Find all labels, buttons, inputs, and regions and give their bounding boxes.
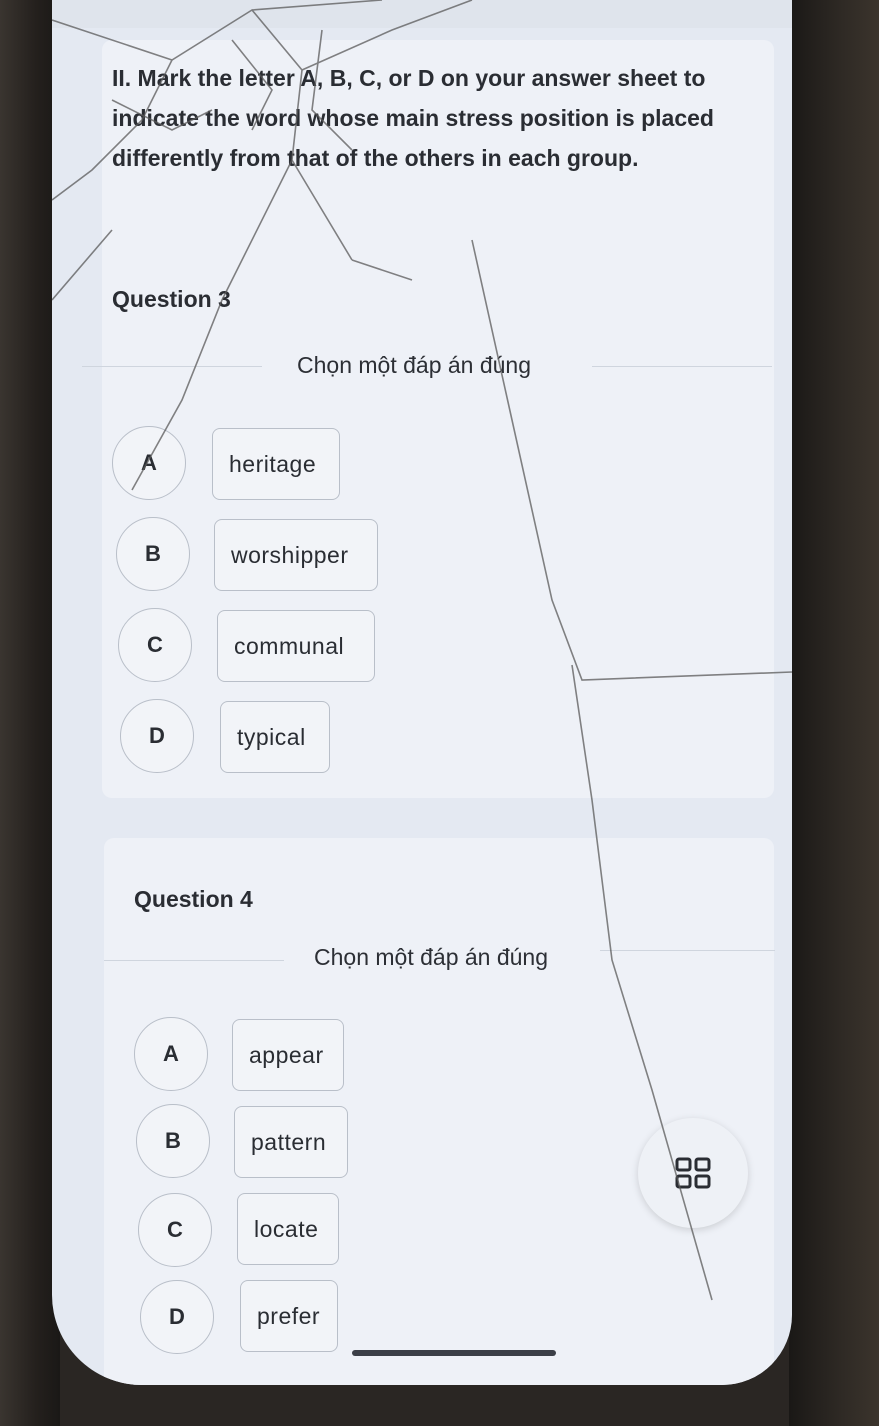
device-bezel-right xyxy=(789,0,879,1426)
q3-option-b-radio[interactable]: B xyxy=(116,517,190,591)
q4-option-b-radio[interactable]: B xyxy=(136,1104,210,1178)
question-3-title: Question 3 xyxy=(112,286,231,312)
q4-option-d-text[interactable]: prefer xyxy=(240,1280,338,1352)
question-menu-button[interactable] xyxy=(638,1118,748,1228)
q4-option-d-radio[interactable]: D xyxy=(140,1280,214,1354)
q3-option-c-text[interactable]: communal xyxy=(217,610,375,682)
divider-right xyxy=(600,950,775,951)
q3-option-d-text[interactable]: typical xyxy=(220,701,330,773)
q3-option-a-text[interactable]: heritage xyxy=(212,428,340,500)
q3-option-b-text[interactable]: worshipper xyxy=(214,519,378,591)
question-4-title: Question 4 xyxy=(134,886,253,912)
grid-menu-icon xyxy=(675,1157,711,1189)
q4-option-a-text[interactable]: appear xyxy=(232,1019,344,1091)
divider-left xyxy=(104,960,284,961)
top-strip xyxy=(52,0,792,28)
q4-option-c-text[interactable]: locate xyxy=(237,1193,339,1265)
q4-option-c-radio[interactable]: C xyxy=(138,1193,212,1267)
q3-option-a-radio[interactable]: A xyxy=(112,426,186,500)
q4-option-a-radio[interactable]: A xyxy=(134,1017,208,1091)
divider-left xyxy=(82,366,262,367)
q3-option-d-radio[interactable]: D xyxy=(120,699,194,773)
phone-screen: II. Mark the letter A, B, C, or D on you… xyxy=(52,0,792,1385)
home-indicator xyxy=(352,1350,556,1356)
question-3-prompt: Chọn một đáp án đúng xyxy=(297,352,532,378)
q4-option-b-text[interactable]: pattern xyxy=(234,1106,348,1178)
instruction-text: II. Mark the letter A, B, C, or D on you… xyxy=(112,65,714,171)
q3-option-c-radio[interactable]: C xyxy=(118,608,192,682)
device-bezel-left xyxy=(0,0,60,1426)
question-4-prompt: Chọn một đáp án đúng xyxy=(314,944,549,970)
divider-right xyxy=(592,366,772,367)
